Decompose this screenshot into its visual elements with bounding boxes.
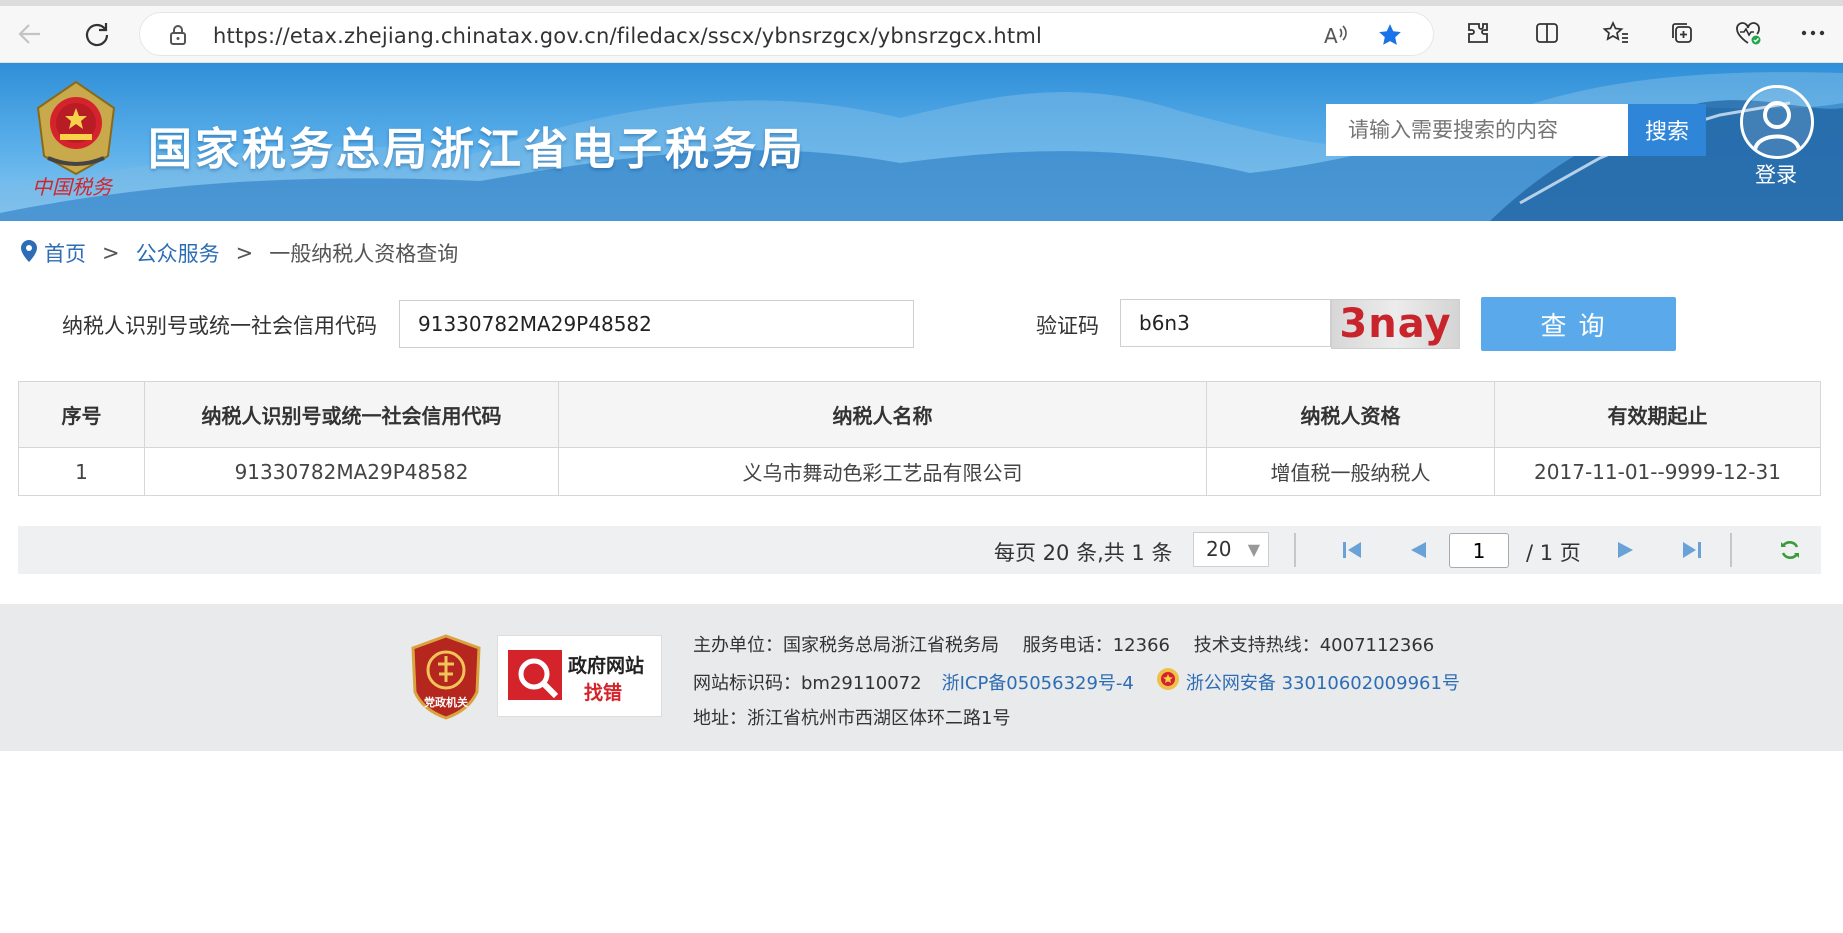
extensions-icon[interactable]: [1461, 16, 1495, 50]
site-search-button[interactable]: 搜索: [1628, 104, 1706, 156]
site-search-input[interactable]: [1326, 104, 1628, 156]
cell-taxpayer-name: 义乌市舞动色彩工艺品有限公司: [558, 447, 1207, 496]
breadcrumb-home[interactable]: 首页: [44, 238, 86, 268]
page-number-input[interactable]: [1449, 533, 1509, 568]
favorites-icon[interactable]: [1599, 16, 1633, 50]
table-header-row: 序号 纳税人识别号或统一社会信用代码 纳税人名称 纳税人资格 有效期起止: [18, 381, 1821, 448]
site-header: 中国税务 国家税务总局浙江省电子税务局 搜索 登录: [0, 63, 1843, 221]
gov-site-error-report-badge[interactable]: 政府网站 找错: [497, 635, 662, 717]
result-table: 序号 纳税人识别号或统一社会信用代码 纳税人名称 纳税人资格 有效期起止 1 9…: [18, 381, 1821, 496]
national-emblem-logo: 中国税务: [28, 78, 124, 204]
column-header-index: 序号: [18, 381, 145, 448]
footer-address: 地址：浙江省杭州市西湖区体环二路1号: [693, 708, 1011, 729]
pagination-info: 每页 20 条,共 1 条: [994, 541, 1173, 565]
cell-validity: 2017-11-01--9999-12-31: [1494, 447, 1821, 496]
emblem-caption: 中国税务: [32, 175, 114, 199]
login-link[interactable]: 登录: [1755, 159, 1797, 189]
browser-toolbar: https://etax.zhejiang.chinatax.gov.cn/fi…: [0, 0, 1843, 63]
taxpayer-id-label: 纳税人识别号或统一社会信用代码: [62, 314, 377, 338]
cell-index: 1: [18, 447, 145, 496]
divider: [1730, 533, 1732, 567]
breadcrumb: 首页 > 公众服务 > 一般纳税人资格查询: [20, 238, 458, 268]
cell-qualification: 增值税一般纳税人: [1206, 447, 1495, 496]
site-title: 国家税务总局浙江省电子税务局: [148, 124, 806, 175]
first-page-icon[interactable]: [1340, 538, 1364, 566]
captcha-label: 验证码: [1036, 314, 1099, 338]
last-page-icon[interactable]: [1680, 538, 1704, 566]
column-header-taxpayer-name: 纳税人名称: [558, 381, 1207, 448]
party-badge-text: 党政机关: [424, 695, 468, 709]
svg-text:A: A: [1324, 24, 1338, 47]
footer-line-1: 主办单位：国家税务总局浙江省税务局 服务电话：12366 技术支持热线：4007…: [693, 631, 1434, 657]
next-page-icon[interactable]: [1614, 538, 1638, 566]
footer-line-2: 网站标识码：bm29110072 浙ICP备05056329号-4 浙公网安备 …: [693, 667, 1460, 696]
site-footer: 党政机关 政府网站 找错 主办单位：国家税务总局浙江省税务局 服务电话：1236…: [0, 604, 1843, 751]
captcha-image[interactable]: 3nay: [1331, 299, 1460, 349]
column-header-taxpayer-id: 纳税人识别号或统一社会信用代码: [144, 381, 559, 448]
browser-essentials-icon[interactable]: [1731, 16, 1765, 50]
column-header-qualification: 纳税人资格: [1206, 381, 1495, 448]
divider: [1294, 533, 1296, 567]
chevron-down-icon: ▼: [1247, 540, 1260, 559]
pagination-bar: 每页 20 条,共 1 条 20 ▼ / 1 页: [18, 526, 1821, 574]
police-badge-icon: [1156, 667, 1180, 696]
footer-icp-link[interactable]: 浙ICP备05056329号-4: [942, 669, 1134, 695]
tab-strip-edge: [0, 0, 1843, 6]
cell-taxpayer-id: 91330782MA29P48582: [144, 447, 559, 496]
breadcrumb-separator: >: [235, 241, 254, 265]
breadcrumb-separator: >: [102, 241, 120, 265]
query-button[interactable]: 查询: [1481, 297, 1676, 351]
address-bar[interactable]: https://etax.zhejiang.chinatax.gov.cn/fi…: [139, 12, 1434, 56]
gov-badge-line1: 政府网站: [568, 654, 644, 677]
footer-sponsor: 主办单位：国家税务总局浙江省税务局: [693, 635, 999, 656]
lock-icon[interactable]: [168, 24, 188, 50]
refresh-icon[interactable]: [1778, 538, 1802, 566]
footer-police-record-link[interactable]: 浙公网安备 33010602009961号: [1186, 669, 1460, 695]
footer-support-hotline: 技术支持热线：4007112366: [1193, 635, 1435, 656]
breadcrumb-current: 一般纳税人资格查询: [269, 242, 459, 266]
refresh-icon[interactable]: [79, 16, 115, 52]
breadcrumb-public-service[interactable]: 公众服务: [136, 238, 220, 268]
gov-badge-line2: 找错: [584, 681, 622, 704]
prev-page-icon[interactable]: [1406, 538, 1430, 566]
favorite-star-icon[interactable]: [1377, 22, 1403, 52]
back-icon[interactable]: [12, 16, 48, 52]
split-screen-icon[interactable]: [1530, 16, 1564, 50]
url-text[interactable]: https://etax.zhejiang.chinatax.gov.cn/fi…: [213, 24, 1042, 48]
page-size-select[interactable]: 20 ▼: [1193, 532, 1269, 567]
footer-site-code: 网站标识码：bm29110072: [693, 672, 922, 694]
party-government-badge-icon[interactable]: 党政机关: [409, 634, 483, 724]
user-avatar-icon[interactable]: [1740, 85, 1814, 159]
collections-icon[interactable]: [1665, 16, 1699, 50]
more-icon[interactable]: [1796, 16, 1830, 50]
read-aloud-icon[interactable]: A: [1323, 23, 1349, 51]
total-pages: / 1 页: [1526, 541, 1581, 565]
footer-service-phone: 服务电话：12366: [1022, 635, 1170, 656]
column-header-validity: 有效期起止: [1494, 381, 1821, 448]
location-pin-icon: [20, 239, 38, 268]
taxpayer-id-input[interactable]: [399, 300, 914, 348]
page-size-value: 20: [1206, 537, 1232, 561]
captcha-input[interactable]: [1120, 299, 1331, 347]
table-row: 1 91330782MA29P48582 义乌市舞动色彩工艺品有限公司 增值税一…: [18, 447, 1821, 496]
